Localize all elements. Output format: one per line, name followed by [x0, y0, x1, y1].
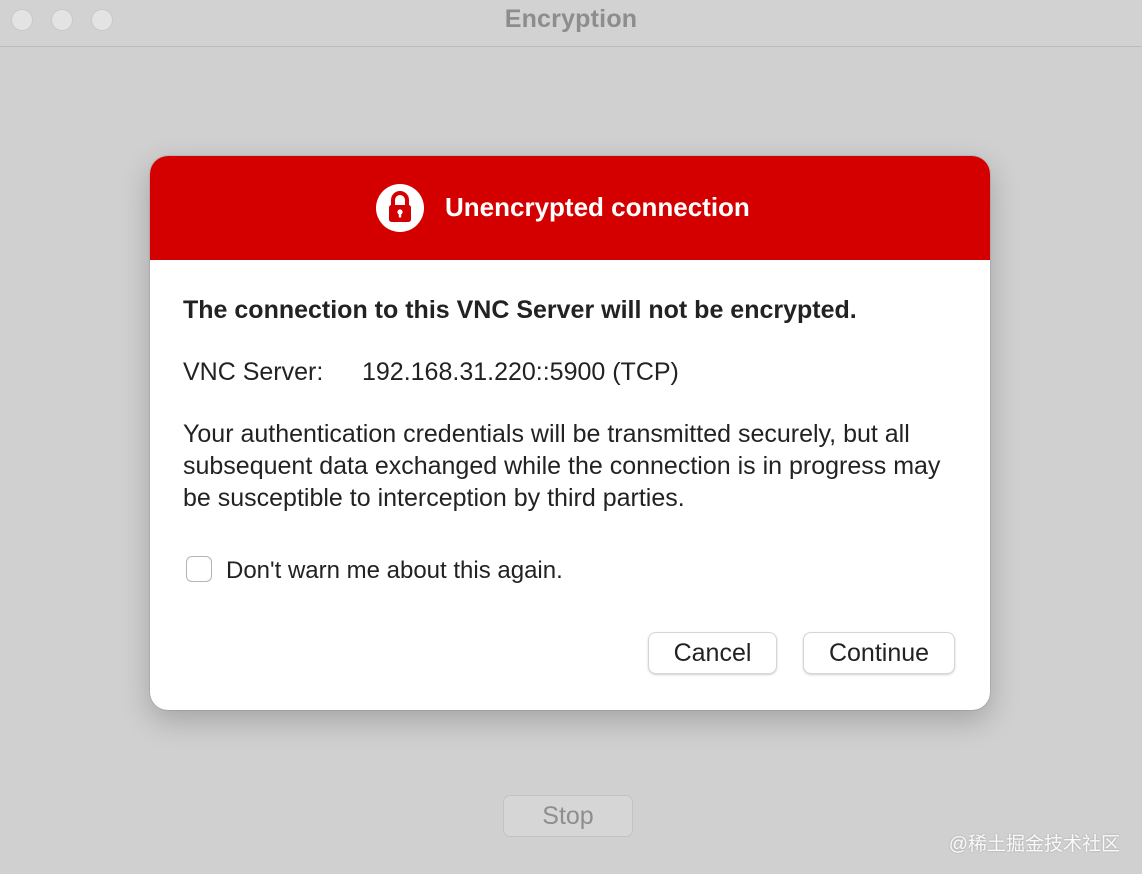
encryption-window: Encryption Unencrypted connection The co…	[0, 0, 1142, 874]
title-bar: Encryption	[0, 0, 1142, 47]
dont-warn-label[interactable]: Don't warn me about this again.	[226, 557, 563, 585]
stop-button[interactable]: Stop	[503, 795, 633, 837]
lock-icon	[376, 184, 424, 232]
dialog-description: Your authentication credentials will be …	[183, 420, 941, 512]
vnc-server-address: 192.168.31.220::5900 (TCP)	[362, 358, 679, 386]
dialog-headline: The connection to this VNC Server will n…	[183, 296, 857, 324]
window-title: Encryption	[504, 5, 638, 33]
dialog-header: Unencrypted connection	[150, 156, 990, 260]
watermark: @稀土掘金技术社区	[948, 834, 1120, 855]
continue-button[interactable]: Continue	[803, 632, 955, 674]
cancel-button[interactable]: Cancel	[648, 632, 777, 674]
vnc-server-label: VNC Server:	[183, 358, 324, 386]
dont-warn-checkbox[interactable]	[186, 556, 212, 582]
unencrypted-connection-dialog: Unencrypted connection The connection to…	[150, 156, 990, 710]
dialog-header-title: Unencrypted connection	[445, 192, 750, 222]
